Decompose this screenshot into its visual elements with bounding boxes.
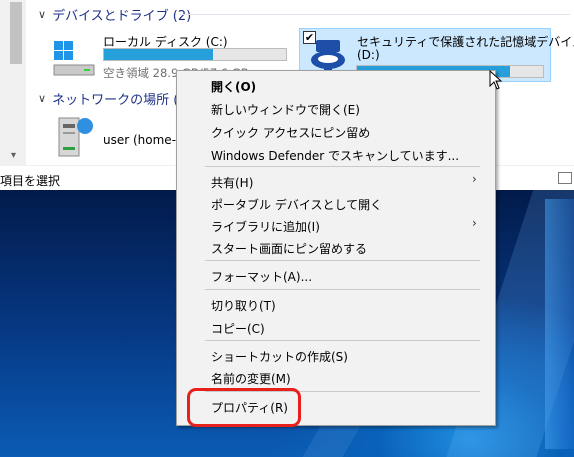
- scrollbar[interactable]: ▾: [0, 0, 26, 165]
- chevron-down-icon[interactable]: ∨: [38, 92, 46, 105]
- menu-item-share[interactable]: 共有(H): [211, 174, 253, 191]
- menu-item-cut[interactable]: 切り取り(T): [211, 297, 276, 314]
- menu-item-copy[interactable]: コピー(C): [211, 320, 265, 337]
- scroll-down-icon[interactable]: ▾: [11, 150, 16, 161]
- menu-item-create-shortcut[interactable]: ショートカットの作成(S): [211, 348, 348, 365]
- section-title: ネットワークの場所 (2: [52, 93, 187, 108]
- submenu-arrow-icon: ›: [472, 216, 477, 230]
- menu-item-open-portable-device[interactable]: ポータブル デバイスとして開く: [211, 196, 382, 213]
- menu-item-rename[interactable]: 名前の変更(M): [211, 370, 291, 387]
- menu-item-defender-scan[interactable]: Windows Defender でスキャンしています...: [211, 147, 459, 164]
- menu-item-add-to-library[interactable]: ライブラリに追加(I): [211, 218, 320, 235]
- section-divider: [180, 14, 570, 15]
- menu-item-format[interactable]: フォーマット(A)...: [211, 268, 312, 285]
- menu-item-open[interactable]: 開く(O): [211, 78, 256, 95]
- section-network-locations[interactable]: ∨ ネットワークの場所 (2: [38, 89, 187, 108]
- section-title: デバイスとドライブ (2): [52, 9, 192, 24]
- submenu-arrow-icon: ›: [472, 172, 477, 186]
- network-drive-icon: [58, 117, 93, 157]
- network-item-name[interactable]: user (home-p: [103, 133, 184, 147]
- details-view-icon[interactable]: [558, 172, 572, 184]
- menu-item-pin-quick-access[interactable]: クイック アクセスにピン留め: [211, 124, 370, 141]
- menu-separator: [205, 340, 480, 341]
- menu-separator: [205, 166, 480, 167]
- drive-d-name: セキュリティで保護された記憶域デバイス: [357, 35, 574, 49]
- properties-highlight-annotation: [187, 388, 301, 427]
- drive-c-usage-bar: [103, 48, 287, 61]
- menu-separator: [205, 289, 480, 290]
- context-menu: 開く(O) 新しいウィンドウで開く(E) クイック アクセスにピン留め Wind…: [176, 70, 496, 426]
- menu-separator: [205, 260, 480, 261]
- menu-item-open-new-window[interactable]: 新しいウィンドウで開く(E): [211, 101, 360, 118]
- status-text: 項目を選択: [0, 174, 61, 188]
- drive-d-letter: (D:): [357, 48, 380, 62]
- mouse-cursor-icon: [489, 70, 503, 90]
- scrollbar-thumb[interactable]: [10, 2, 22, 64]
- hard-drive-icon: [53, 41, 95, 76]
- chevron-down-icon[interactable]: ∨: [38, 8, 46, 21]
- wallpaper-windows-logo: [545, 199, 574, 449]
- menu-item-pin-to-start[interactable]: スタート画面にピン留めする: [211, 240, 367, 257]
- section-devices-and-drives[interactable]: ∨ デバイスとドライブ (2): [38, 5, 191, 24]
- drive-c-usage-fill: [104, 49, 214, 60]
